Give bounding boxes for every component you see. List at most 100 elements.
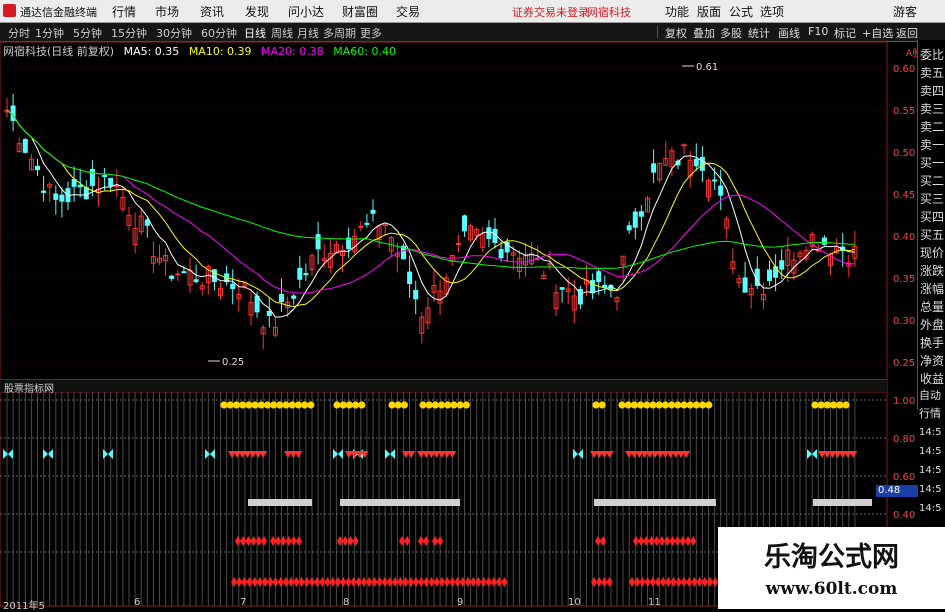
price-label: 0.60 [893, 64, 915, 75]
signal-dot [817, 401, 825, 409]
candle-body [358, 225, 364, 228]
candle-body [718, 185, 724, 196]
menu-functions[interactable]: 功能 [665, 3, 689, 20]
candle-body [407, 271, 413, 285]
side-item-14: 总量 [920, 300, 945, 314]
period-1min[interactable]: 1分钟 [35, 25, 64, 41]
ma5-line [6, 109, 855, 318]
side-item-5: 卖一 [920, 138, 945, 152]
candle-body [169, 275, 175, 279]
indicator-header: 股票指标网 [0, 379, 887, 395]
overlay-button[interactable]: 叠加 [693, 25, 715, 41]
multi-stock-button[interactable]: 多股 [720, 25, 742, 41]
menu-news[interactable]: 资讯 [200, 3, 224, 20]
time-label: 14:5 [919, 465, 942, 476]
stock-info-bar: 网宿科技(日线 前复权) MA5: 0.35 MA10: 0.39 MA20: … [3, 43, 396, 59]
candle-body [193, 279, 199, 283]
statistics-button[interactable]: 统计 [748, 25, 770, 41]
period-timeshare[interactable]: 分时 [8, 25, 30, 41]
menu-market[interactable]: 市场 [155, 3, 179, 20]
side-item-17: 净资 [920, 354, 945, 368]
signal-dot [655, 401, 663, 409]
period-weekly[interactable]: 周线 [271, 25, 293, 41]
price-chart[interactable]: 0.60 0.55 0.50 0.45 0.40 0.35 0.30 0.25 A股 0.61 0.… [0, 40, 917, 609]
side-item-13: 涨幅 [920, 282, 945, 296]
signal-dot [668, 401, 676, 409]
menu-discover[interactable]: 发现 [245, 3, 269, 20]
menu-guest[interactable]: 游客 [893, 3, 917, 20]
signal-dot [438, 401, 446, 409]
period-more[interactable]: 更多 [360, 25, 382, 41]
candle-body [626, 225, 632, 231]
side-bottom-item-1[interactable]: 行情 [919, 405, 941, 421]
candle-body [35, 165, 40, 171]
period-5min[interactable]: 5分钟 [73, 25, 102, 41]
x-axis-label: 6 [134, 597, 141, 608]
signal-dot [811, 401, 819, 409]
side-item-2: 卖四 [920, 84, 945, 98]
current-stock-name: 网宿科技 [587, 6, 631, 19]
candle-body [364, 222, 370, 225]
signal-dot [282, 401, 290, 409]
side-item-6: 买一 [920, 156, 945, 170]
candle-body [230, 283, 236, 289]
candle-body [102, 174, 108, 177]
period-monthly[interactable]: 月线 [297, 25, 319, 41]
side-item-9: 买四 [920, 210, 945, 224]
signal-dot [251, 401, 259, 409]
signal-dot [618, 401, 626, 409]
candle-body [590, 280, 596, 294]
side-item-8: 买三 [920, 192, 945, 206]
menu-trade[interactable]: 交易 [396, 3, 420, 20]
price-label: 0.50 [893, 148, 915, 159]
corner-label: A股 [906, 48, 917, 59]
login-status[interactable]: 证券交易未登录 [512, 4, 589, 20]
draw-line-button[interactable]: 画线 [778, 25, 800, 41]
period-multi[interactable]: 多周期 [323, 25, 356, 41]
indicator-title: 股票指标网 [4, 384, 54, 395]
menu-options[interactable]: 选项 [760, 3, 784, 20]
period-60min[interactable]: 60分钟 [201, 25, 237, 41]
signal-dot [288, 401, 296, 409]
back-button[interactable]: 返回 [896, 25, 918, 41]
candle-body [370, 209, 376, 214]
candle-body [462, 215, 467, 232]
candle-body [315, 234, 321, 250]
mark-button[interactable]: 标记 [834, 25, 856, 41]
candle-body [144, 219, 150, 226]
candle-body [693, 158, 699, 167]
signal-dot [674, 401, 682, 409]
side-item-4: 卖二 [920, 120, 945, 134]
period-daily[interactable]: 日线 [244, 25, 266, 41]
signal-dot [307, 401, 315, 409]
x-axis-label: 11 [648, 597, 661, 608]
stock-terminal-window: 通达信金融终端 行情 市场 资讯 发现 问小达 财富圈 交易 证券交易未登录 网… [0, 0, 945, 612]
indicator-scale-label: 0.40 [893, 510, 915, 521]
adjust-button[interactable]: 复权 [665, 25, 687, 41]
x-axis-label: 8 [343, 597, 350, 608]
menu-wealth-circle[interactable]: 财富圈 [342, 3, 378, 20]
signal-bar [813, 499, 872, 506]
period-30min[interactable]: 30分钟 [156, 25, 192, 41]
f10-button[interactable]: F10 [808, 25, 828, 38]
candle-body [651, 163, 657, 173]
menu-quotes[interactable]: 行情 [112, 3, 136, 20]
menu-formula[interactable]: 公式 [729, 3, 753, 20]
menu-bar: 通达信金融终端 行情 市场 资讯 发现 问小达 财富圈 交易 证券交易未登录 网… [0, 0, 945, 23]
candle-body [22, 139, 28, 153]
menu-layout[interactable]: 版面 [697, 3, 721, 20]
period-15min[interactable]: 15分钟 [111, 25, 147, 41]
add-watchlist-button[interactable]: +自选 [862, 25, 893, 41]
signal-dot [257, 401, 265, 409]
side-item-11: 现价 [920, 246, 945, 260]
candle-body [742, 277, 748, 293]
main-chart-frame [0, 41, 888, 381]
side-item-7: 买二 [920, 174, 945, 188]
menu-ask-xiaoda[interactable]: 问小达 [288, 3, 324, 20]
candle-body [53, 193, 59, 200]
toolbar-divider [657, 26, 658, 38]
signal-dot [245, 401, 253, 409]
candle-body [815, 249, 821, 252]
side-bottom-item-0[interactable]: 自动 [919, 387, 941, 403]
signal-dot [388, 401, 396, 409]
